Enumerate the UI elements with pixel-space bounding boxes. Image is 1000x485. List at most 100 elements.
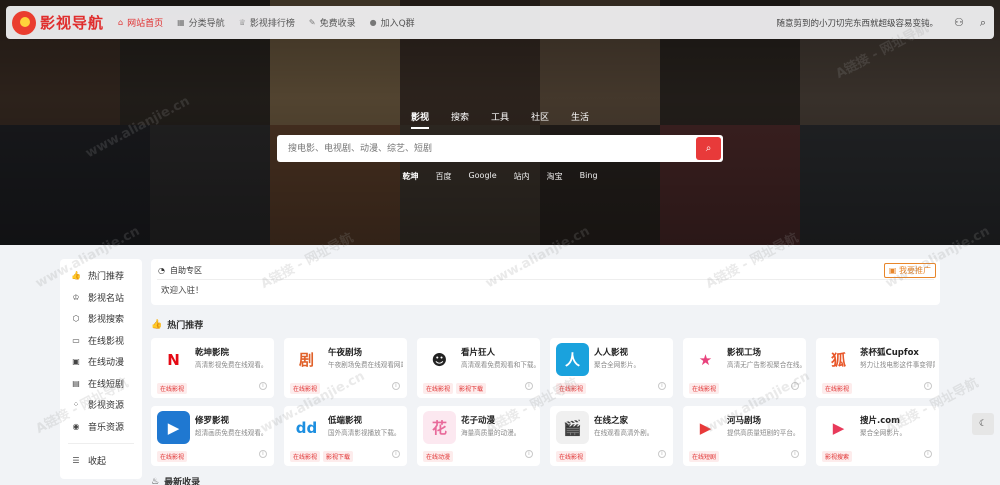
nav-label: 加入Q群 xyxy=(380,19,415,29)
tab-life[interactable]: 生活 xyxy=(571,110,589,129)
site-card[interactable]: ▶ 修罗影视 超清画质免费在线观看。 在线影视 i xyxy=(151,406,274,466)
site-title: 影视工场 xyxy=(727,348,762,358)
tab-movie[interactable]: 影视 xyxy=(410,110,429,129)
site-tag[interactable]: 在线影视 xyxy=(423,383,454,394)
site-title: 低端影视 xyxy=(328,416,363,426)
nav-qgroup[interactable]: ● 加入Q群 xyxy=(370,16,415,29)
site-tag[interactable]: 在线短剧 xyxy=(689,451,720,462)
tab-tools[interactable]: 工具 xyxy=(491,110,509,129)
site-card[interactable]: N 乾坤影院 高清影视免费在线观看。 在线影视 i xyxy=(151,338,274,398)
site-logo[interactable]: 影视导航 xyxy=(12,10,104,35)
info-icon[interactable]: i xyxy=(791,450,799,458)
nav-home[interactable]: ⌂ 网站首页 xyxy=(118,16,163,29)
site-card[interactable]: 狐茶杯狐Cupfox 努力让找电影这件事变得简单。在线影视 i xyxy=(816,338,939,398)
site-tag[interactable]: 在线影视 xyxy=(157,451,188,462)
sidebar-item-online-movie[interactable]: ▭ 在线影视 xyxy=(60,330,142,352)
info-icon[interactable]: i xyxy=(658,382,666,390)
info-icon[interactable]: i xyxy=(525,450,533,458)
engine-taobao[interactable]: 淘宝 xyxy=(547,171,563,182)
nav-category[interactable]: ▦ 分类导航 xyxy=(177,16,225,29)
site-desc: 高清观看免费观看和下载。 xyxy=(461,361,536,369)
sidebar-item-search[interactable]: ⬡ 影视搜索 xyxy=(60,308,142,330)
site-desc: 午夜剧场免费在线观看网站。 xyxy=(328,361,403,369)
engine-site[interactable]: 站内 xyxy=(514,171,530,182)
home-icon: ⌂ xyxy=(118,18,124,27)
search-icon: ⌕ xyxy=(705,143,712,154)
section-title-hot: 👍 热门推荐 xyxy=(151,318,203,332)
theme-toggle-button[interactable]: ☾ xyxy=(972,413,994,435)
site-title: 午夜剧场 xyxy=(328,348,363,358)
nav-label: 分类导航 xyxy=(188,19,225,29)
site-tag[interactable]: 影视下载 xyxy=(323,451,354,462)
sidebar-item-online-anime[interactable]: ▣ 在线动漫 xyxy=(60,351,142,373)
search-input[interactable] xyxy=(277,135,696,162)
info-icon[interactable]: i xyxy=(924,382,932,390)
site-title: 乾坤影院 xyxy=(195,348,230,358)
moon-icon: ☾ xyxy=(978,419,988,429)
site-tag[interactable]: 在线动漫 xyxy=(423,451,454,462)
monitor-icon: ▭ xyxy=(72,335,80,345)
site-tag[interactable]: 在线影视 xyxy=(689,383,720,394)
site-logo-icon: ▶ xyxy=(822,411,855,444)
site-tag[interactable]: 在线影视 xyxy=(822,383,853,394)
grid-icon: ▦ xyxy=(177,18,185,27)
sidebar-item-label: 影视搜索 xyxy=(88,315,125,326)
nav-submit[interactable]: ✎ 免费收录 xyxy=(309,16,356,29)
site-desc: 提供高质量短剧的平台。 xyxy=(727,429,800,437)
bell-icon: ◔ xyxy=(158,266,165,275)
site-tag[interactable]: 影视下载 xyxy=(456,383,487,394)
site-logo-icon: 狐 xyxy=(822,343,855,376)
site-card[interactable]: 🎬 在线之家 在线观看高清外剧。 在线影视 i xyxy=(550,406,673,466)
record-icon: ◉ xyxy=(72,421,80,431)
site-desc: 在线观看高清外剧。 xyxy=(594,429,654,437)
sidebar-divider xyxy=(68,443,134,444)
site-tags: 在线影视 xyxy=(822,383,853,394)
site-tags: 影视搜索 xyxy=(822,451,853,462)
site-tags: 在线短剧 xyxy=(689,451,720,462)
site-card[interactable]: ☻ 看片狂人 高清观看免费观看和下载。 在线影视 影视下载 i xyxy=(417,338,540,398)
site-logo-icon: N xyxy=(157,343,190,376)
site-logo-icon: ☻ xyxy=(423,343,456,376)
info-icon[interactable]: i xyxy=(525,382,533,390)
site-title: 修罗影视 xyxy=(195,416,230,426)
search-icon[interactable]: ⌕ xyxy=(980,16,986,30)
sidebar-item-label: 在线影视 xyxy=(88,336,125,347)
site-tag[interactable]: 在线影视 xyxy=(556,451,587,462)
site-tags: 在线动漫 xyxy=(423,451,454,462)
tv-icon: ▣ xyxy=(72,357,80,367)
fire-icon: ♨ xyxy=(151,476,160,485)
penguin-icon: ● xyxy=(369,18,377,27)
info-icon[interactable]: i xyxy=(924,450,932,458)
tab-community[interactable]: 社区 xyxy=(531,110,549,129)
info-icon[interactable]: i xyxy=(392,382,400,390)
site-tag[interactable]: 在线影视 xyxy=(157,383,188,394)
engine-bing[interactable]: Bing xyxy=(580,171,598,182)
sidebar-item-famous[interactable]: ♔ 影视名站 xyxy=(60,287,142,309)
site-logo-icon: 花 xyxy=(423,411,456,444)
user-icon[interactable]: ⚇ xyxy=(954,16,964,29)
edit-icon: ✎ xyxy=(308,18,316,27)
site-desc: 国外高清影视播放下载。 xyxy=(328,429,401,437)
sidebar-item-label: 音乐资源 xyxy=(88,422,125,433)
site-tag[interactable]: 在线影视 xyxy=(290,451,321,462)
engine-google[interactable]: Google xyxy=(468,171,496,182)
section-title-text: 最新收录 xyxy=(164,478,201,485)
site-tags: 在线影视 xyxy=(157,383,188,394)
info-icon[interactable]: i xyxy=(259,450,267,458)
thumbs-up-icon: 👍 xyxy=(151,319,163,330)
tab-search[interactable]: 搜索 xyxy=(451,110,469,129)
site-tag[interactable]: 影视搜索 xyxy=(822,451,853,462)
info-icon[interactable]: i xyxy=(392,450,400,458)
search-tabs: 影视 搜索 工具 社区 生活 xyxy=(277,110,723,129)
site-tags: 在线影视 影视下载 xyxy=(423,383,487,394)
nav-ranking[interactable]: ♕ 影视排行榜 xyxy=(239,16,295,29)
sidebar-item-label: 在线动漫 xyxy=(88,358,125,369)
site-title: 茶杯狐Cupfox xyxy=(860,348,919,358)
sidebar-collapse-button[interactable]: ☰ 收起 xyxy=(60,450,142,472)
info-icon[interactable]: i xyxy=(658,450,666,458)
engine-baidu[interactable]: 百度 xyxy=(435,171,451,182)
search-button[interactable]: ⌕ xyxy=(696,137,721,160)
trophy-icon: ♕ xyxy=(238,18,246,27)
engine-qiankun[interactable]: 乾坤 xyxy=(402,171,418,182)
info-icon[interactable]: i xyxy=(259,382,267,390)
